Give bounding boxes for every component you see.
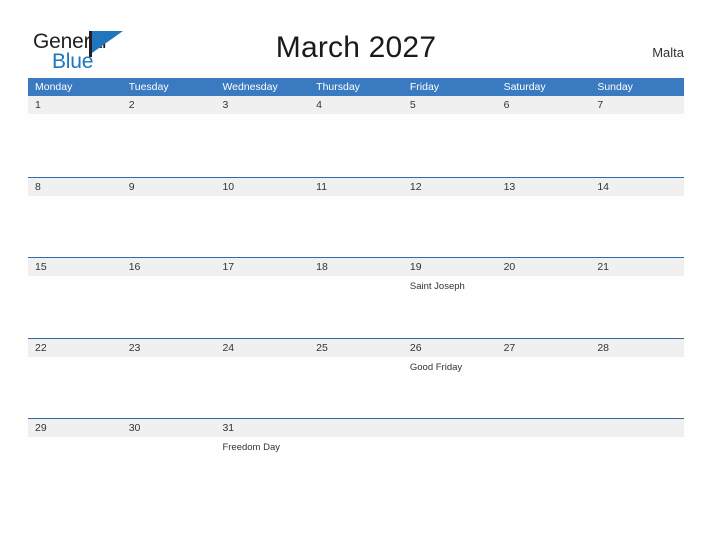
week-row: 22 23 24 25 26 Good Friday 27 28 [28,337,684,419]
day-cell[interactable]: 22 [28,339,122,419]
day-cell[interactable]: 4 [309,96,403,177]
day-cell[interactable]: 18 [309,258,403,338]
day-number: 7 [597,99,604,111]
day-cell[interactable]: 3 [215,96,309,177]
day-number: 12 [409,180,422,193]
day-number: 14 [597,180,609,193]
day-number: 11 [316,180,328,193]
day-number: 9 [128,180,135,193]
day-number: 6 [503,99,510,111]
day-cell[interactable]: 11 [309,178,403,258]
day-number [316,419,403,437]
calendar-page: General Blue March 2027 Malta Monday Tue… [0,0,712,550]
day-cell[interactable]: 28 [590,339,684,419]
day-cell[interactable]: 19 Saint Joseph [403,258,497,338]
day-number: 10 [222,180,235,193]
day-cell [497,419,591,499]
day-number [597,419,684,437]
day-number: 28 [597,341,609,354]
day-number: 30 [128,422,141,435]
day-number: 5 [409,99,416,111]
week-row: 8 9 10 11 12 13 14 [28,176,684,258]
day-event: Freedom Day [222,442,280,454]
weekday-sunday: Sunday [597,81,633,93]
weekday-tuesday: Tuesday [128,81,169,93]
page-title: March 2027 [275,31,437,64]
calendar-grid: Monday Tuesday Wednesday Thursday Friday… [28,78,684,499]
day-cell [403,419,497,499]
day-number: 19 [409,261,422,274]
day-number: 29 [35,422,47,435]
day-number: 4 [316,99,322,111]
day-number [504,419,591,437]
day-cell[interactable]: 23 [122,339,216,419]
day-event: Good Friday [409,361,463,373]
day-number: 27 [503,341,516,354]
day-cell[interactable]: 2 [122,96,216,177]
day-cell[interactable]: 21 [590,258,684,338]
day-cell[interactable]: 25 [309,339,403,419]
day-number: 25 [316,341,328,354]
location-label: Malta [652,45,684,60]
day-number: 2 [128,99,135,111]
day-cell[interactable]: 5 [403,96,497,177]
day-cell[interactable]: 8 [28,178,122,258]
day-number: 31 [222,422,235,435]
day-cell[interactable]: 24 [215,339,309,419]
week-row: 15 16 17 18 19 Saint Joseph 20 21 [28,257,684,338]
day-number: 22 [35,341,47,354]
day-number: 17 [222,261,235,274]
day-number: 23 [128,341,141,354]
day-number [410,419,497,437]
day-number: 16 [128,261,141,274]
day-cell[interactable]: 9 [122,178,216,258]
weekday-header-row: Monday Tuesday Wednesday Thursday Friday… [28,78,684,96]
weekday-saturday: Saturday [503,81,546,93]
day-number: 1 [35,99,41,111]
day-number: 18 [316,261,328,274]
day-cell[interactable]: 16 [122,258,216,338]
day-cell [309,419,403,499]
weekday-friday: Friday [409,81,440,93]
day-cell[interactable]: 12 [403,178,497,258]
day-cell[interactable]: 27 [497,339,591,419]
day-cell[interactable]: 1 [28,96,122,177]
week-row: 29 30 31 Freedom Day [28,418,684,499]
day-number: 13 [503,180,516,193]
day-number: 8 [35,180,41,193]
day-cell[interactable]: 17 [215,258,309,338]
day-cell[interactable]: 7 [590,96,684,177]
weekday-wednesday: Wednesday [222,81,278,93]
day-number: 21 [597,261,609,274]
day-number: 3 [222,99,229,111]
day-number: 15 [35,261,47,274]
day-cell [590,419,684,499]
page-header: General Blue March 2027 Malta [0,0,712,78]
day-cell[interactable]: 14 [590,178,684,258]
day-cell[interactable]: 31 Freedom Day [215,419,309,499]
day-cell[interactable]: 26 Good Friday [403,339,497,419]
day-number: 20 [503,261,516,274]
day-cell[interactable]: 20 [497,258,591,338]
day-number: 24 [222,341,235,354]
week-row: 1 2 3 4 5 6 7 [28,96,684,177]
day-cell[interactable]: 6 [497,96,591,177]
weekday-monday: Monday [35,81,73,93]
day-cell[interactable]: 13 [497,178,591,258]
day-cell[interactable]: 15 [28,258,122,338]
day-cell[interactable]: 10 [215,178,309,258]
day-number: 26 [409,341,422,354]
day-event: Saint Joseph [409,281,465,293]
day-cell[interactable]: 30 [122,419,216,499]
day-cell[interactable]: 29 [28,419,122,499]
weekday-thursday: Thursday [316,81,360,93]
